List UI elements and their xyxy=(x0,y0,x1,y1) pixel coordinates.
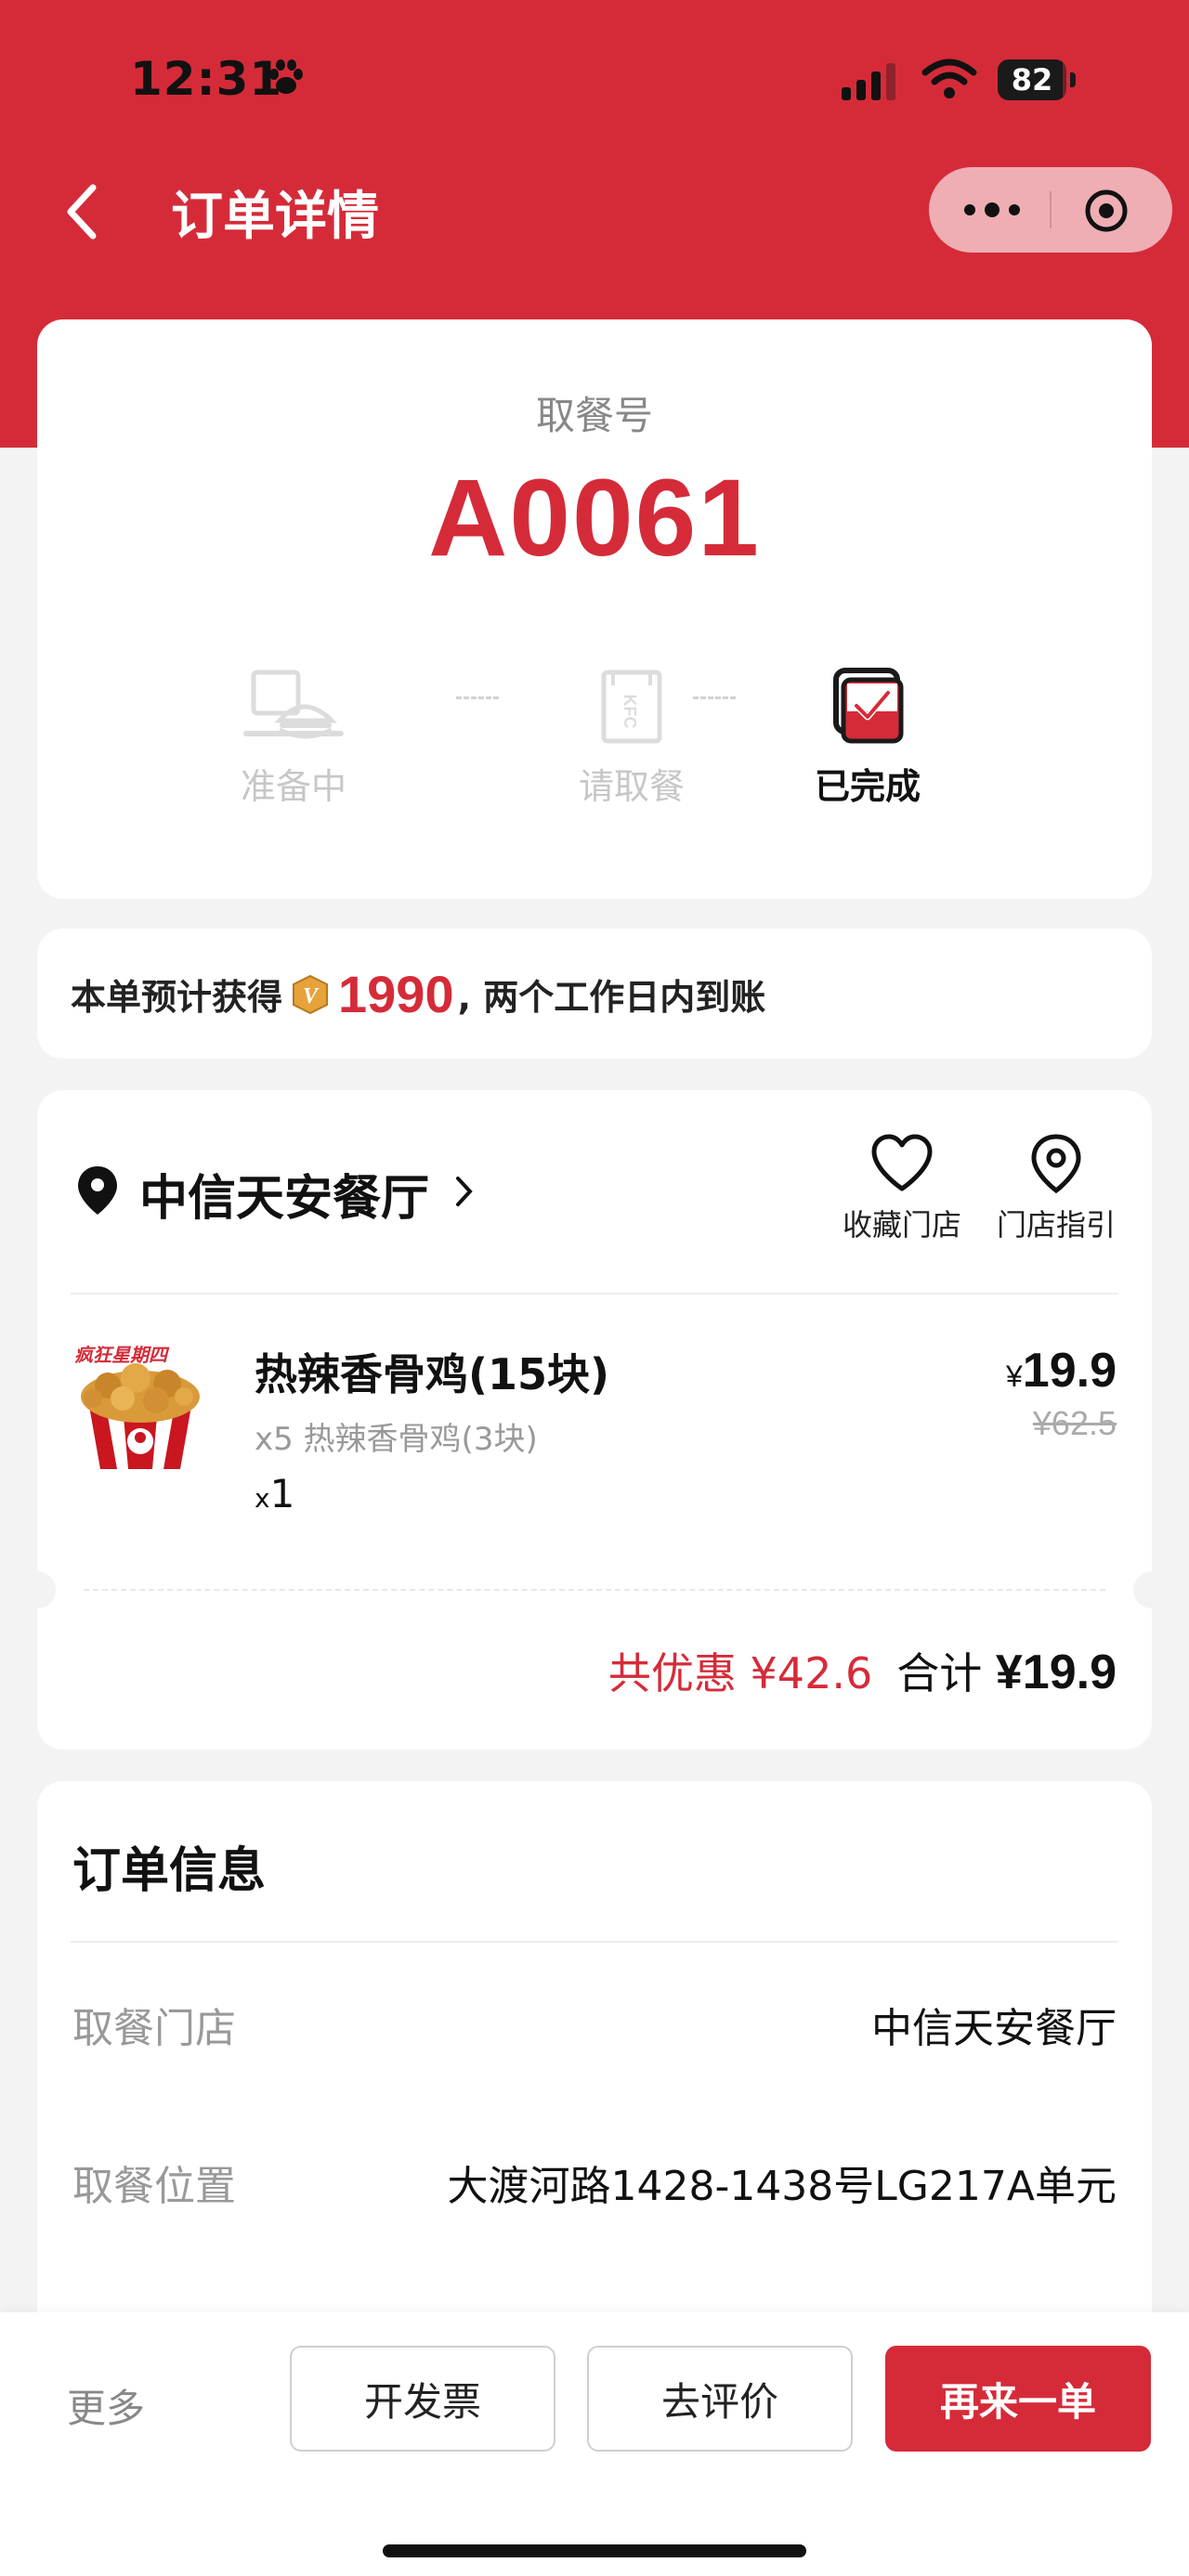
cellular-signal-icon xyxy=(842,63,903,104)
chevron-right-icon[interactable] xyxy=(453,1174,476,1213)
order-info-title: 订单信息 xyxy=(72,1843,267,1899)
promo-badge: 疯狂星期四 xyxy=(74,1344,170,1366)
store-guide-label: 门店指引 xyxy=(996,1207,1116,1242)
home-indicator xyxy=(383,2544,806,2557)
step-preparing-label: 准备中 xyxy=(240,766,346,807)
item-price: ¥19.9 xyxy=(1005,1344,1117,1398)
step-ready: KFC 请取餐 xyxy=(529,667,734,809)
pickup-number: A0061 xyxy=(428,457,761,579)
map-pin-icon xyxy=(1028,1134,1084,1198)
points-card: 本单预计获得 V 1990 , 两个工作日内到账 xyxy=(37,929,1152,1059)
item-name: 热辣香骨鸡(15块) xyxy=(255,1349,610,1399)
invoice-button[interactable]: 开发票 xyxy=(290,2346,555,2452)
back-button[interactable] xyxy=(63,182,100,245)
battery-indicator: 82 xyxy=(998,59,1078,100)
step-completed: 已完成 xyxy=(765,667,970,809)
info-value: 中信天安餐厅 xyxy=(871,2005,1117,2052)
favorite-store-button[interactable]: 收藏门店 xyxy=(832,1133,972,1244)
kfc-bag-icon: KFC xyxy=(529,667,734,747)
item-original-price: ¥62.5 xyxy=(1032,1404,1117,1442)
completed-check-icon xyxy=(765,667,970,747)
wifi-icon xyxy=(921,58,977,104)
more-options-icon[interactable] xyxy=(962,195,1022,228)
points-suffix: , 两个工作日内到账 xyxy=(457,977,766,1018)
step-completed-label: 已完成 xyxy=(814,766,921,807)
info-key: 取餐门店 xyxy=(72,2005,236,2052)
more-button[interactable]: 更多 xyxy=(67,2377,145,2434)
item-subtitle: x5 热辣香骨鸡(3块) xyxy=(255,1421,538,1458)
paw-icon xyxy=(266,58,307,102)
battery-level: 82 xyxy=(1011,62,1053,98)
info-key: 取餐位置 xyxy=(72,2163,236,2210)
order-items-card: 中信天安餐厅 收藏门店 门店指引 疯狂星期四 热辣香骨鸡(15块) x5 热辣香… xyxy=(19,1090,1170,1750)
pickup-card: 取餐号 A0061 准备中 KFC 请取餐 已完成 xyxy=(37,319,1152,899)
heart-icon xyxy=(869,1134,934,1198)
info-value: 大渡河路1428-1438号LG217A单元 xyxy=(447,2163,1117,2210)
reorder-button[interactable]: 再来一单 xyxy=(885,2346,1151,2452)
order-total: 合计 ¥19.9 xyxy=(896,1646,1117,1699)
points-value: 1990 xyxy=(338,965,454,1023)
bottom-action-bar: 更多 开发票 去评价 再来一单 xyxy=(0,2312,1189,2576)
location-pin-icon xyxy=(76,1164,119,1220)
step-preparing: 准备中 xyxy=(191,667,396,809)
store-name[interactable]: 中信天安餐厅 xyxy=(139,1159,429,1229)
order-info-card: 订单信息 取餐门店 中信天安餐厅 取餐位置 大渡河路1428-1438号LG21… xyxy=(37,1781,1152,2338)
close-mini-program-icon[interactable] xyxy=(1083,188,1130,238)
svg-text:KFC: KFC xyxy=(621,695,639,729)
product-image: 疯狂星期四 xyxy=(71,1341,210,1471)
svg-text:V: V xyxy=(303,984,320,1008)
discount-amount: 共优惠 ¥42.6 xyxy=(608,1648,873,1698)
page-title: 订单详情 xyxy=(171,187,379,247)
order-totals: 共优惠 ¥42.6 合计 ¥19.9 xyxy=(608,1640,1117,1701)
status-bar: 12:31 82 xyxy=(0,45,1189,119)
mini-program-capsule xyxy=(929,167,1172,253)
favorite-store-label: 收藏门店 xyxy=(842,1207,961,1242)
step-ready-label: 请取餐 xyxy=(578,766,685,807)
status-time: 12:31 xyxy=(130,52,283,106)
review-button[interactable]: 去评价 xyxy=(587,2346,853,2452)
points-prefix: 本单预计获得 xyxy=(71,977,283,1018)
points-text: 本单预计获得 V 1990 , 两个工作日内到账 xyxy=(71,964,765,1024)
tray-burger-icon xyxy=(191,667,396,747)
item-quantity: x1 xyxy=(255,1471,295,1516)
pickup-label: 取餐号 xyxy=(535,393,653,438)
store-guide-button[interactable]: 门店指引 xyxy=(986,1133,1126,1244)
v-coin-icon: V xyxy=(290,974,331,1015)
